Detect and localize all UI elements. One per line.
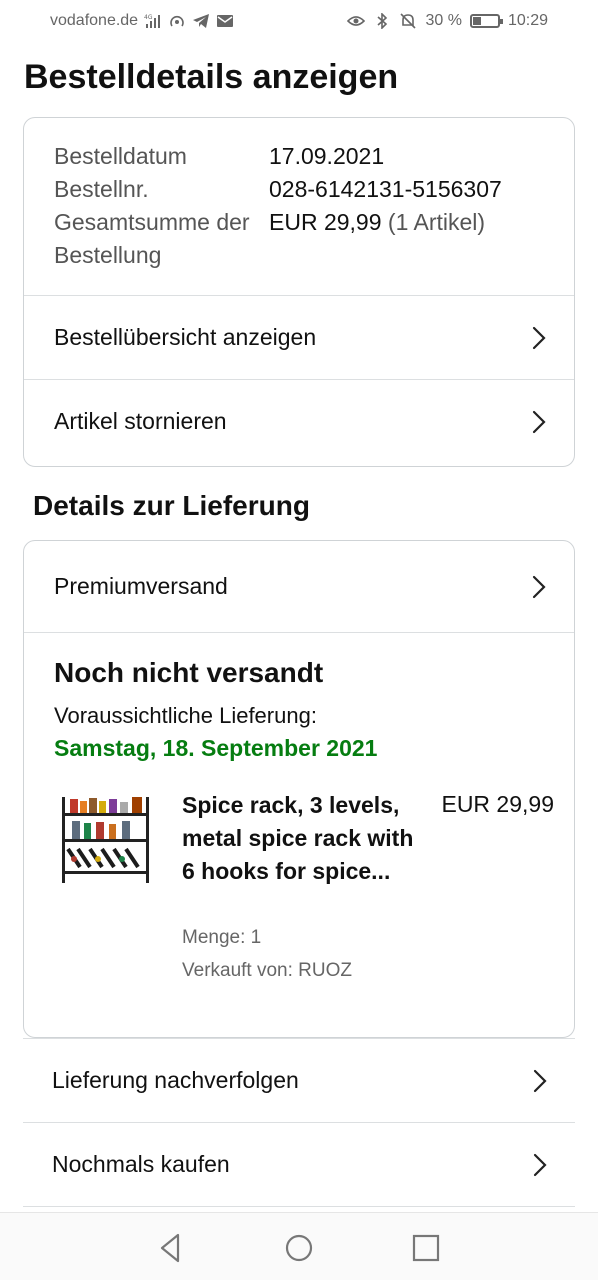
product-title[interactable]: Spice rack, 3 levels, metal spice rack w… (182, 789, 422, 888)
product-quantity: Menge: 1 (182, 927, 262, 948)
svg-text:4G: 4G (144, 14, 153, 21)
battery-percent: 30 % (425, 12, 462, 29)
order-number-label: Bestellnr. (54, 176, 149, 202)
order-date-value: 17.09.2021 (269, 143, 385, 169)
track-delivery-label: Lieferung nachverfolgen (52, 1067, 299, 1093)
signal-icon: 4G (144, 14, 161, 28)
status-bar: vodafone.de 4G 30 % 10:29 (0, 0, 598, 44)
chevron-right-icon (533, 1069, 547, 1092)
buy-again-link[interactable]: Nochmals kaufen (23, 1122, 575, 1206)
delivery-card: Premiumversand Noch nicht versandt Vorau… (23, 540, 575, 1038)
product-price: EUR 29,99 (441, 791, 554, 817)
eta-label: Voraussichtliche Lieferung: (54, 703, 317, 728)
battery-fill (472, 17, 481, 25)
mail-icon (217, 15, 234, 27)
status-bar-left: vodafone.de 4G (50, 12, 234, 30)
telegram-icon (193, 14, 210, 28)
product-image[interactable] (54, 793, 158, 887)
chevron-right-icon (532, 410, 546, 433)
shipping-method-link[interactable]: Premiumversand (24, 541, 574, 633)
order-total-value: EUR 29,99 (1 Artikel) (269, 206, 485, 239)
order-date-label: Bestelldatum (54, 143, 187, 169)
order-total-items: (1 Artikel) (387, 209, 486, 235)
navigation-bar (0, 1212, 598, 1280)
delivery-section-title: Details zur Lieferung (33, 490, 310, 521)
bluetooth-icon (377, 13, 388, 29)
buy-again-label: Nochmals kaufen (52, 1151, 230, 1177)
chevron-right-icon (533, 1153, 547, 1176)
hotspot-icon (170, 15, 184, 27)
order-summary-link-label: Bestellübersicht anzeigen (54, 324, 317, 350)
mute-icon (400, 13, 417, 29)
chevron-right-icon (532, 326, 546, 349)
order-summary-link[interactable]: Bestellübersicht anzeigen (24, 295, 574, 379)
order-summary-card: Bestelldatum 17.09.2021 Bestellnr. 028-6… (23, 117, 575, 467)
recents-icon[interactable] (409, 1231, 443, 1265)
order-total-amount: EUR 29,99 (269, 209, 382, 235)
order-number-value: 028-6142131-5156307 (269, 176, 502, 202)
clock: 10:29 (507, 12, 548, 29)
eye-icon (347, 16, 366, 26)
carrier-label: vodafone.de (50, 12, 139, 29)
back-icon[interactable] (154, 1231, 188, 1265)
order-total-label: Gesamtsumme der Bestellung (54, 209, 250, 268)
battery-icon (469, 14, 503, 28)
shipping-method-label: Premiumversand (54, 573, 228, 599)
eta-date: Samstag, 18. September 2021 (54, 735, 378, 761)
chevron-right-icon (532, 575, 546, 598)
page-title: Bestelldetails anzeigen (24, 58, 399, 96)
cancel-items-link[interactable]: Artikel stornieren (24, 379, 574, 463)
cancel-items-link-label: Artikel stornieren (54, 408, 227, 434)
track-delivery-link[interactable]: Lieferung nachverfolgen (23, 1038, 575, 1122)
shipment-status: Noch nicht versandt (54, 657, 324, 688)
product-seller: Verkauft von: RUOZ (182, 960, 353, 981)
status-bar-right: 30 % 10:29 (347, 12, 548, 30)
home-icon[interactable] (282, 1231, 316, 1265)
